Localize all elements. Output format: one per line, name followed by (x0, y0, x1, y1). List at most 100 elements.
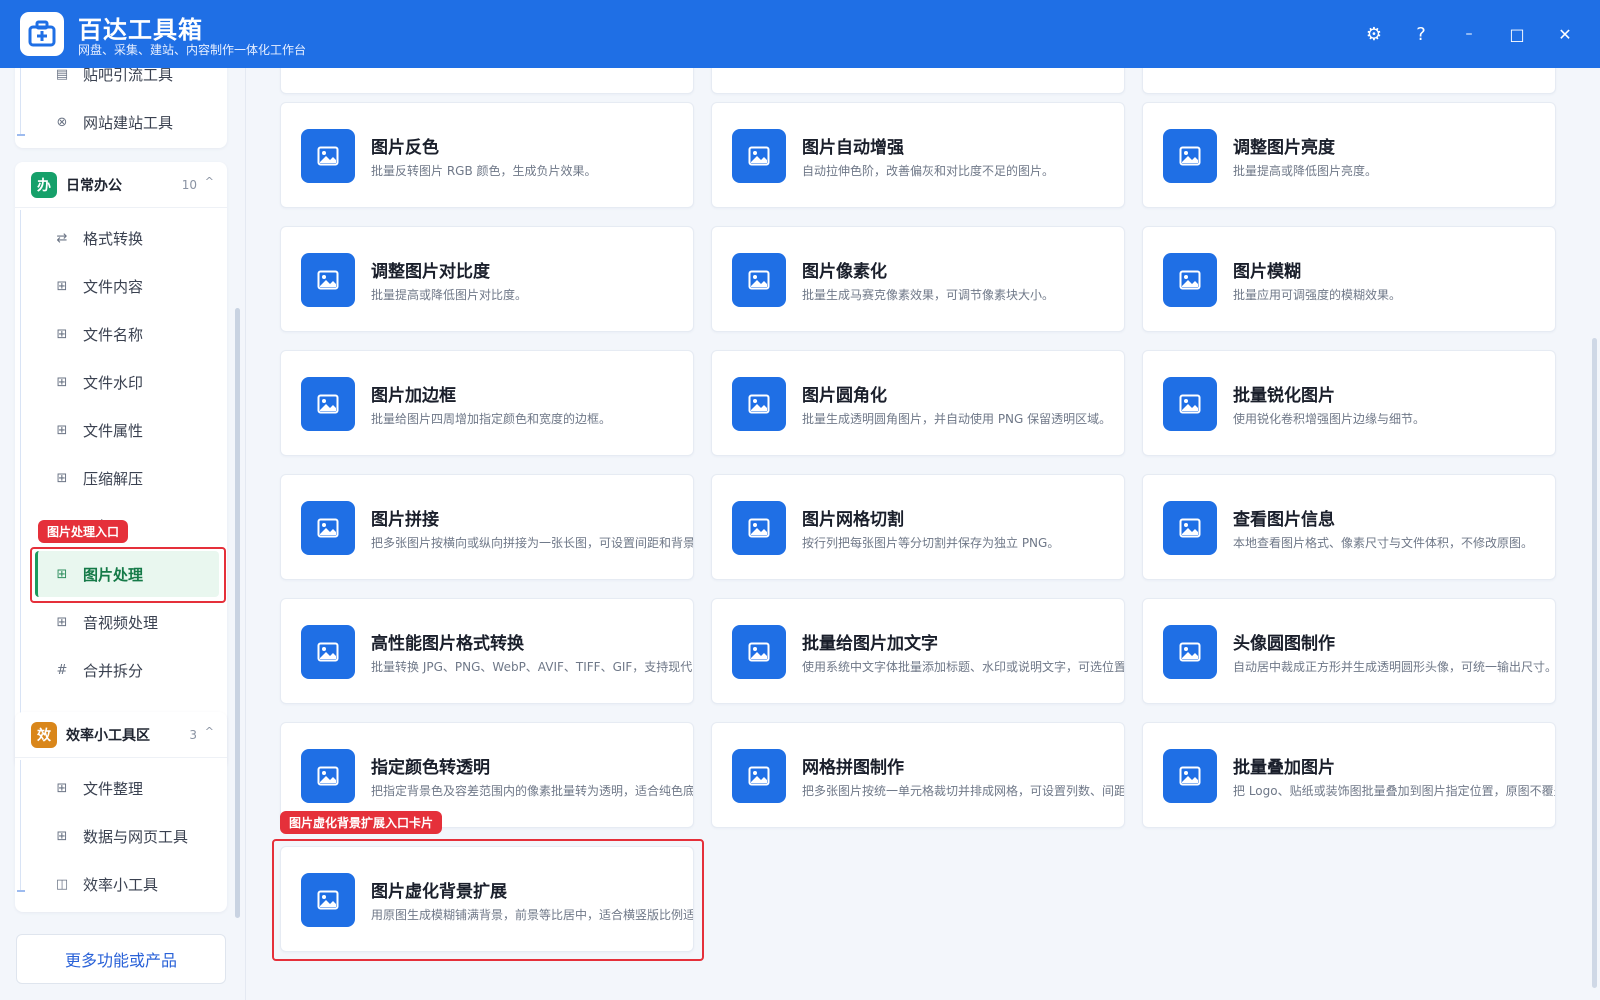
sidebar-item-compress[interactable]: ⊞ 压缩解压 (38, 458, 216, 498)
image-icon (1163, 749, 1217, 803)
app-title: 百达工具箱 (78, 16, 203, 44)
tool-card[interactable]: 高性能图片格式转换 批量转换 JPG、PNG、WebP、AVIF、TIFF、GIF… (280, 598, 694, 704)
group-count: 10 (181, 177, 197, 192)
globe-icon: ⊗ (56, 114, 68, 130)
tool-title: 批量叠加图片 (1233, 758, 1335, 778)
sidebar-item-merge-split[interactable]: # 合并拆分 (38, 650, 216, 690)
image-icon (1163, 253, 1217, 307)
grid-icon: ⊞ (56, 278, 68, 294)
tool-description: 批量提高或降低图片亮度。 (1233, 164, 1378, 178)
more-products-button[interactable]: 更多功能或产品 (16, 934, 226, 984)
tool-title: 图片反色 (371, 138, 439, 158)
tool-card[interactable]: 批量叠加图片把 Logo、贴纸或装饰图批量叠加到图片指定位置，原图不覆盖。 (1142, 722, 1556, 828)
image-icon (301, 377, 355, 431)
sidebar-item-data-web-tools[interactable]: ⊞ 数据与网页工具 (38, 816, 216, 856)
sidebar-item-av-processing[interactable]: ⊞ 音视频处理 (38, 602, 216, 642)
collapse-caret-icon[interactable]: ^ (205, 175, 214, 188)
help-icon[interactable]: ? (1407, 20, 1435, 48)
tool-title: 图片像素化 (802, 262, 887, 282)
image-icon (732, 129, 786, 183)
tool-card[interactable]: 图片网格切割 按行列把每张图片等分切割并保存为独立 PNG。 (711, 474, 1125, 580)
minimize-button[interactable]: – (1455, 20, 1483, 48)
tool-card-partial[interactable] (1142, 68, 1556, 94)
tool-title: 批量锐化图片 (1233, 386, 1335, 406)
collapse-caret-icon[interactable]: ^ (205, 725, 214, 738)
sidebar-tree-line (20, 68, 21, 136)
group-badge: 效 (31, 721, 57, 748)
tool-card[interactable]: 图片拼接 把多张图片按横向或纵向拼接为一张长图，可设置间距和背景色。 (280, 474, 694, 580)
close-button[interactable]: ✕ (1551, 20, 1579, 48)
tool-description: 使用系统中文字体批量添加标题、水印或说明文字，可选位置、字 (802, 660, 1125, 674)
tool-title: 调整图片对比度 (371, 262, 490, 282)
sidebar-item-file-content[interactable]: ⊞ 文件内容 (38, 266, 216, 306)
sidebar-item-website-builder[interactable]: ⊗ 网站建站工具 (38, 102, 216, 142)
sidebar-item-efficiency-tools[interactable]: ◫ 效率小工具 (38, 864, 216, 904)
group-title: 日常办公 (66, 177, 122, 194)
tool-title: 网格拼图制作 (802, 758, 904, 778)
settings-gear-icon[interactable]: ⚙ (1360, 20, 1388, 48)
tool-title: 图片圆角化 (802, 386, 887, 406)
tool-description: 使用锐化卷积增强图片边缘与细节。 (1233, 412, 1426, 426)
tool-card[interactable]: 批量给图片加文字使用系统中文字体批量添加标题、水印或说明文字，可选位置、字 (711, 598, 1125, 704)
annotation-tag: 图片处理入口 (38, 520, 129, 543)
tool-card[interactable]: 批量锐化图片使用锐化卷积增强图片边缘与细节。 (1142, 350, 1556, 456)
sidebar-item-file-name[interactable]: ⊞ 文件名称 (38, 314, 216, 354)
group-header-efficiency[interactable]: 效 效率小工具区 3 ^ (15, 712, 227, 758)
sidebar-tree-line (20, 210, 21, 752)
sidebar-item-label: 文件名称 (83, 325, 144, 344)
tool-card[interactable]: 图片圆角化批量生成透明圆角图片，并自动使用 PNG 保留透明区域。 (711, 350, 1125, 456)
tool-description: 批量给图片四周增加指定颜色和宽度的边框。 (371, 412, 612, 426)
sidebar-item-file-organize[interactable]: ⊞ 文件整理 (38, 768, 216, 808)
tool-card-partial[interactable] (711, 68, 1125, 94)
tool-title: 指定颜色转透明 (371, 758, 490, 778)
tool-description: 自动拉伸色阶，改善偏灰和对比度不足的图片。 (802, 164, 1055, 178)
tool-card[interactable]: 图片反色 批量反转图片 RGB 颜色，生成负片效果。 (280, 102, 694, 208)
tool-title: 查看图片信息 (1233, 510, 1335, 530)
title-bar: 百达工具箱 网盘、采集、建站、内容制作一体化工作台 ⚙ ? – □ ✕ (0, 0, 1600, 68)
sidebar-tree-tick (17, 890, 25, 892)
image-icon (301, 129, 355, 183)
tool-description: 把 Logo、贴纸或装饰图批量叠加到图片指定位置，原图不覆盖。 (1233, 784, 1556, 798)
hash-icon: # (56, 662, 68, 678)
image-icon (1163, 129, 1217, 183)
sidebar-item-label: 网站建站工具 (83, 113, 174, 132)
sidebar-item-label: 贴吧引流工具 (83, 68, 174, 84)
annotation-highlight-box (272, 839, 704, 961)
tool-card[interactable]: 图片像素化批量生成马赛克像素效果，可调节像素块大小。 (711, 226, 1125, 332)
tool-card[interactable]: 图片模糊 批量应用可调强度的模糊效果。 (1142, 226, 1556, 332)
tool-card[interactable]: 头像圆图制作 自动居中裁成正方形并生成透明圆形头像，可统一输出尺寸。 (1142, 598, 1556, 704)
tool-card[interactable]: 图片自动增强 自动拉伸色阶，改善偏灰和对比度不足的图片。 (711, 102, 1125, 208)
tool-title: 批量给图片加文字 (802, 634, 938, 654)
maximize-button[interactable]: □ (1503, 20, 1531, 48)
image-icon (301, 625, 355, 679)
tool-description: 批量应用可调强度的模糊效果。 (1233, 288, 1402, 302)
main-scrollbar[interactable] (1592, 338, 1597, 988)
tool-title: 图片网格切割 (802, 510, 904, 530)
tool-title: 图片拼接 (371, 510, 439, 530)
tool-description: 批量生成马赛克像素效果，可调节像素块大小。 (802, 288, 1055, 302)
tool-card[interactable]: 网格拼图制作把多张图片按统一单元格裁切并排成网格，可设置列数、间距和背 (711, 722, 1125, 828)
grid-icon: ⊞ (56, 470, 68, 486)
sidebar-item-format-convert[interactable]: ⇄ 格式转换 (38, 218, 216, 258)
tool-card-partial[interactable] (280, 68, 694, 94)
image-icon (301, 501, 355, 555)
sidebar-item-label: 数据与网页工具 (83, 827, 189, 846)
grid-icon: ⊞ (56, 614, 68, 630)
sidebar-item-file-attributes[interactable]: ⊞ 文件属性 (38, 410, 216, 450)
swap-icon: ⇄ (56, 230, 68, 246)
tool-card[interactable]: 查看图片信息 本地查看图片格式、像素尺寸与文件体积，不修改原图。 (1142, 474, 1556, 580)
grid-icon: ⊞ (56, 422, 68, 438)
tool-card[interactable]: 调整图片对比度批量提高或降低图片对比度。 (280, 226, 694, 332)
sidebar-scrollbar[interactable] (235, 308, 240, 918)
tool-description: 批量生成透明圆角图片，并自动使用 PNG 保留透明区域。 (802, 412, 1112, 426)
annotation-tag: 图片虚化背景扩展入口卡片 (280, 811, 443, 834)
sidebar-item-label: 音视频处理 (83, 613, 159, 632)
group-header-office[interactable]: 办 日常办公 10 ^ (15, 162, 227, 208)
tool-card[interactable]: 图片加边框 批量给图片四周增加指定颜色和宽度的边框。 (280, 350, 694, 456)
tool-card[interactable]: 调整图片亮度 批量提高或降低图片亮度。 (1142, 102, 1556, 208)
sidebar-item-file-watermark[interactable]: ⊞ 文件水印 (38, 362, 216, 402)
tool-description: 把多张图片按统一单元格裁切并排成网格，可设置列数、间距和背 (802, 784, 1125, 798)
sidebar-item-tieba[interactable]: ▤ 贴吧引流工具 (38, 68, 216, 94)
tool-description: 批量提高或降低图片对比度。 (371, 288, 528, 302)
sidebar-item-label: 合并拆分 (83, 661, 144, 680)
